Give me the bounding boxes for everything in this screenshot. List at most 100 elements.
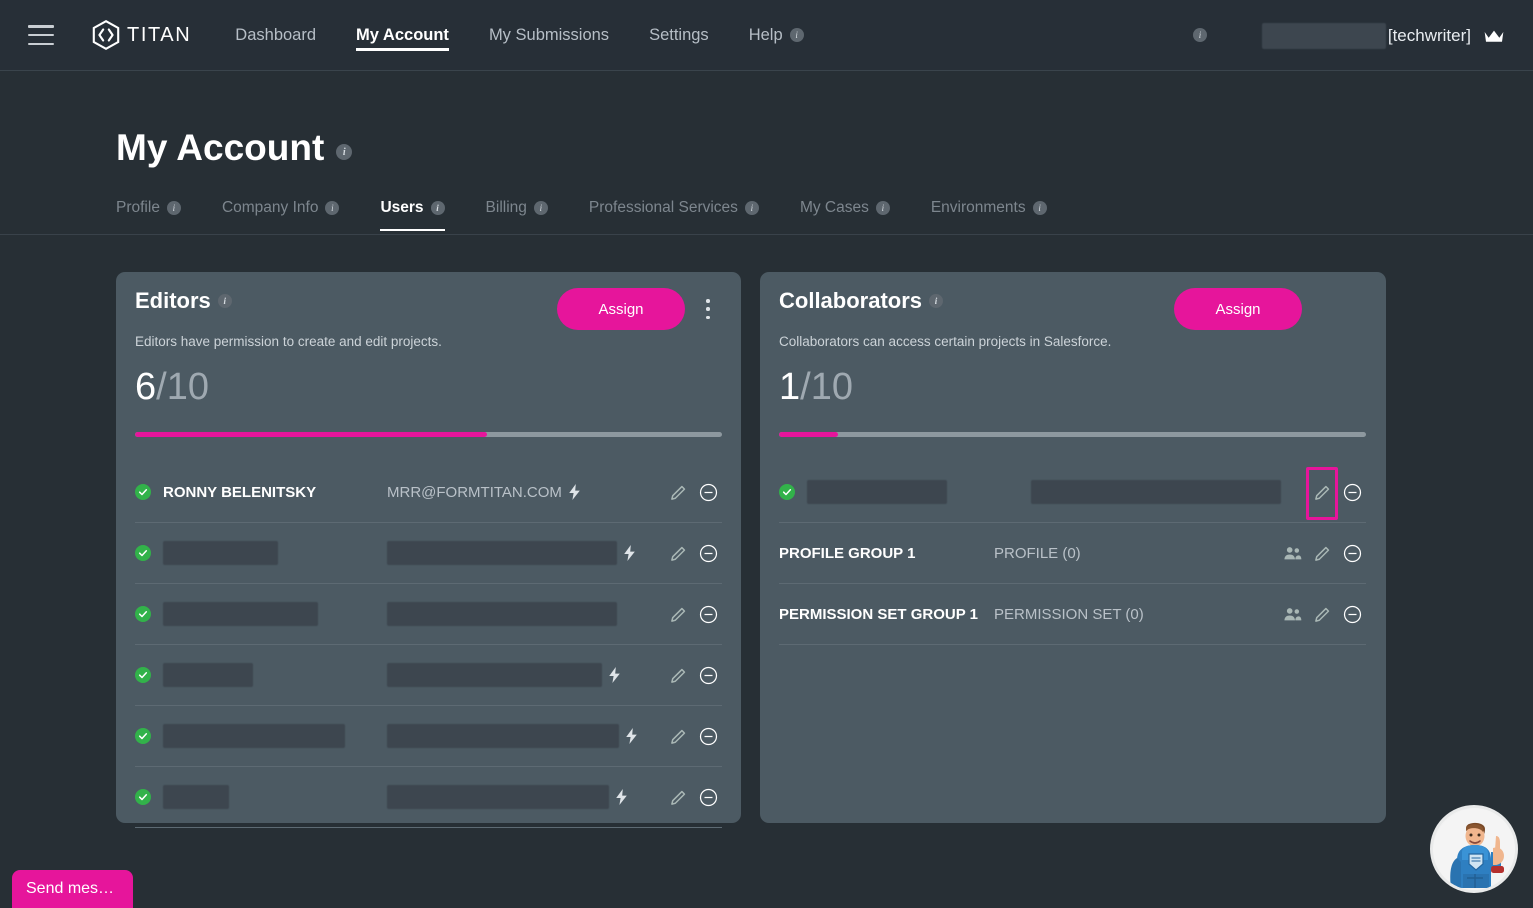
info-icon[interactable]: i	[325, 201, 340, 215]
edit-icon[interactable]	[1308, 479, 1336, 507]
editors-used: 6	[135, 366, 157, 408]
remove-icon[interactable]	[694, 479, 722, 507]
remove-icon[interactable]	[694, 784, 722, 812]
nav-item-dashboard[interactable]: Dashboard	[235, 0, 316, 71]
redacted-user-email	[387, 785, 609, 809]
user-name: RONNY BELENITSKY	[163, 483, 317, 501]
support-hero-avatar[interactable]	[1430, 805, 1518, 893]
editors-separator: /	[156, 366, 167, 408]
remove-icon[interactable]	[694, 601, 722, 629]
salesforce-bolt-icon	[616, 789, 627, 805]
user-role-label: [techwriter]	[1387, 25, 1471, 45]
tab-company-info[interactable]: Company Info i	[222, 199, 340, 231]
edit-icon[interactable]	[664, 723, 692, 751]
manage-members-icon[interactable]	[1278, 540, 1306, 568]
nav-item-help[interactable]: Help i	[749, 0, 804, 71]
editors-title-text: Editors	[135, 288, 211, 313]
edit-icon[interactable]	[664, 479, 692, 507]
info-icon[interactable]: i	[789, 28, 804, 42]
editors-more-menu-icon[interactable]	[697, 296, 719, 322]
row-actions	[1276, 523, 1366, 584]
collaborators-separator: /	[800, 366, 811, 408]
tab-label: Profile	[116, 199, 160, 216]
remove-icon[interactable]	[694, 723, 722, 751]
tab-billing[interactable]: Billing i	[486, 199, 548, 231]
table-row[interactable]: RONNY BELENITSKY MRR@FORMTITAN.COM	[135, 462, 722, 523]
row-actions	[662, 645, 722, 706]
main-nav: Dashboard My Account My Submissions Sett…	[235, 0, 843, 71]
table-row[interactable]	[135, 767, 722, 828]
tab-environments[interactable]: Environments i	[931, 199, 1047, 231]
table-row[interactable]	[135, 645, 722, 706]
info-icon[interactable]: i	[430, 201, 445, 215]
tabs-divider	[0, 234, 1533, 235]
info-icon[interactable]: i	[1032, 201, 1047, 215]
table-row[interactable]: PROFILE GROUP 1 PROFILE (0)	[779, 523, 1366, 584]
remove-icon[interactable]	[694, 540, 722, 568]
editors-seat-count: 6/10	[135, 366, 209, 409]
collaborators-list: PROFILE GROUP 1 PROFILE (0) PERMISSION S…	[779, 462, 1366, 645]
info-icon[interactable]: i	[1193, 28, 1207, 42]
active-check-icon	[135, 728, 151, 744]
active-check-icon	[135, 484, 151, 500]
info-icon[interactable]: i	[166, 201, 181, 215]
collaborators-progress-fill	[779, 432, 838, 437]
table-row[interactable]	[135, 706, 722, 767]
info-icon[interactable]: i	[929, 294, 944, 308]
titan-logo[interactable]: TITAN	[92, 20, 191, 50]
tab-professional-services[interactable]: Professional Services i	[589, 199, 759, 231]
info-icon[interactable]: i	[875, 201, 890, 215]
info-icon[interactable]: i	[744, 201, 759, 215]
editors-card-title: Editors i	[135, 288, 232, 314]
user-menu[interactable]: [techwriter]	[1261, 0, 1505, 71]
table-row[interactable]	[135, 523, 722, 584]
nav-label: My Submissions	[488, 25, 610, 44]
tab-label: Billing	[485, 199, 527, 216]
row-actions	[662, 706, 722, 767]
nav-item-my-account[interactable]: My Account	[356, 0, 449, 71]
collaborators-card-title: Collaborators i	[779, 288, 944, 314]
row-actions	[662, 767, 722, 828]
nav-item-my-submissions[interactable]: My Submissions	[489, 0, 609, 71]
account-tabs: Profile i Company Info i Users i Billing…	[116, 199, 1088, 231]
remove-icon[interactable]	[1338, 540, 1366, 568]
nav-item-settings[interactable]: Settings	[649, 0, 709, 71]
editors-user-list: RONNY BELENITSKY MRR@FORMTITAN.COM	[135, 462, 722, 828]
table-row[interactable]	[135, 584, 722, 645]
send-message-button[interactable]: Send mes…	[12, 870, 133, 908]
edit-icon[interactable]	[664, 662, 692, 690]
titan-hexagon-icon	[92, 20, 120, 50]
nav-label: My Account	[356, 25, 449, 44]
collaborators-assign-button[interactable]: Assign	[1174, 288, 1302, 330]
remove-icon[interactable]	[1338, 479, 1366, 507]
nav-label: Help	[748, 25, 783, 44]
hamburger-icon[interactable]	[28, 25, 54, 45]
tab-users[interactable]: Users i	[380, 199, 445, 231]
info-icon[interactable]: i	[336, 144, 353, 160]
editors-card: Editors i Editors have permission to cre…	[116, 272, 741, 828]
redacted-user-name	[163, 785, 229, 809]
remove-icon[interactable]	[694, 662, 722, 690]
tab-label: My Cases	[799, 199, 869, 216]
redacted-user-name	[163, 724, 345, 748]
remove-icon[interactable]	[1338, 601, 1366, 629]
redacted-collaborator-name	[807, 480, 947, 504]
edit-icon[interactable]	[664, 540, 692, 568]
info-icon[interactable]: i	[217, 294, 232, 308]
manage-members-icon[interactable]	[1278, 601, 1306, 629]
tab-label: Company Info	[221, 199, 319, 216]
salesforce-bolt-icon	[624, 545, 635, 561]
edit-icon[interactable]	[1308, 540, 1336, 568]
edit-icon[interactable]	[664, 784, 692, 812]
page-header: My Account i Profile i Company Info i Us…	[0, 71, 1533, 235]
editors-assign-button[interactable]: Assign	[557, 288, 685, 330]
tab-my-cases[interactable]: My Cases i	[800, 199, 890, 231]
table-row[interactable]	[779, 462, 1366, 523]
table-row[interactable]: PERMISSION SET GROUP 1 PERMISSION SET (0…	[779, 584, 1366, 645]
edit-icon[interactable]	[664, 601, 692, 629]
editors-progress-bar	[135, 432, 722, 437]
info-icon[interactable]: i	[533, 201, 548, 215]
editors-description: Editors have permission to create and ed…	[135, 334, 442, 349]
tab-profile[interactable]: Profile i	[116, 199, 181, 231]
edit-icon[interactable]	[1308, 601, 1336, 629]
